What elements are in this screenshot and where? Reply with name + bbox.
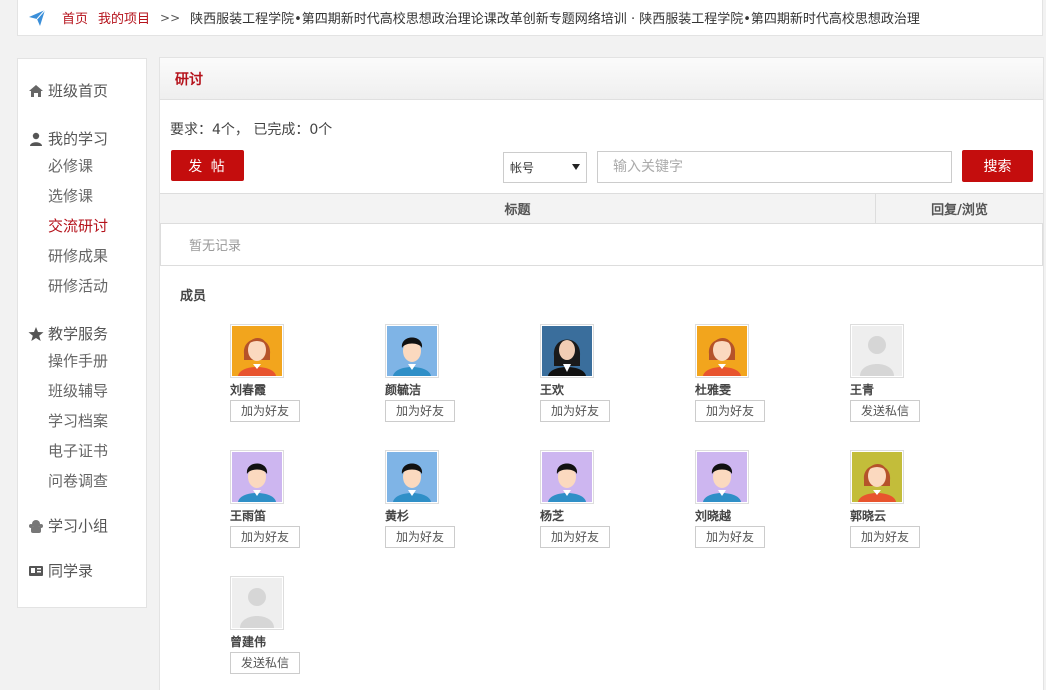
column-header-title: 标题 <box>160 194 876 223</box>
member-card: 颜毓洁 加为好友 <box>385 324 495 422</box>
member-card: 王欢 加为好友 <box>540 324 650 422</box>
panel-title: 研讨 <box>175 71 203 88</box>
sidebar-item-label: 班级首页 <box>48 82 109 100</box>
sidebar-item-survey[interactable]: 问卷调查 <box>48 470 108 491</box>
avatar[interactable] <box>540 450 594 504</box>
breadcrumb-projects-link[interactable]: 我的项目 <box>98 8 150 27</box>
sidebar-section-label: 我的学习 <box>48 130 109 148</box>
member-card: 黄杉 加为好友 <box>385 450 495 548</box>
member-name[interactable]: 黄杉 <box>385 507 495 523</box>
topic-table: 标题 回复/浏览 暂无记录 <box>160 193 1043 266</box>
member-name[interactable]: 曾建伟 <box>230 633 340 649</box>
sidebar-item-manual[interactable]: 操作手册 <box>48 350 108 371</box>
members-label: 成员 <box>180 289 207 304</box>
member-card: 王青 发送私信 <box>850 324 960 422</box>
member-action-button[interactable]: 加为好友 <box>850 526 921 548</box>
sidebar: 班级首页 我的学习 必修课 选修课 交流研讨 研修成果 研修活动 教学服务 操作… <box>17 58 147 608</box>
search-input[interactable] <box>597 151 952 183</box>
breadcrumb: 首页 我的项目 >> 陕西服装工程学院•第四期新时代高校思想政治理论课改革创新专… <box>17 0 1043 36</box>
sidebar-section-label: 教学服务 <box>48 325 109 343</box>
avatar[interactable] <box>230 576 284 630</box>
requirement-status: 要求：4个， 已完成：0个 <box>170 122 333 138</box>
member-card: 刘春霞 加为好友 <box>230 324 340 422</box>
member-action-button[interactable]: 加为好友 <box>230 400 301 422</box>
member-card: 王雨笛 加为好友 <box>230 450 340 548</box>
sidebar-section-teaching-service: 教学服务 <box>18 323 146 344</box>
member-action-button[interactable]: 加为好友 <box>540 400 611 422</box>
sidebar-item-archive[interactable]: 学习档案 <box>48 410 108 431</box>
member-action-button[interactable]: 加为好友 <box>540 526 611 548</box>
member-name[interactable]: 杨芝 <box>540 507 650 523</box>
avatar[interactable] <box>230 450 284 504</box>
breadcrumb-separator: >> <box>160 10 181 25</box>
member-action-button[interactable]: 加为好友 <box>695 400 766 422</box>
member-action-button[interactable]: 加为好友 <box>695 526 766 548</box>
avatar[interactable] <box>385 450 439 504</box>
member-name[interactable]: 王欢 <box>540 381 650 397</box>
empty-message: 暂无记录 <box>160 224 1043 266</box>
discussion-panel: 研讨 要求：4个， 已完成：0个 发 帖 帐号 搜索 标题 回复/浏览 暂无记录… <box>159 57 1044 690</box>
member-name[interactable]: 杜雅雯 <box>695 381 805 397</box>
sidebar-item-required[interactable]: 必修课 <box>48 155 93 176</box>
sidebar-item-study-group[interactable]: 学习小组 <box>18 515 146 536</box>
search-type-select[interactable]: 帐号 <box>503 152 587 183</box>
user-icon <box>28 131 44 147</box>
avatar[interactable] <box>695 324 749 378</box>
member-name[interactable]: 王雨笛 <box>230 507 340 523</box>
member-action-button[interactable]: 加为好友 <box>385 400 456 422</box>
sidebar-item-label: 同学录 <box>48 562 94 580</box>
member-action-button[interactable]: 发送私信 <box>230 652 301 674</box>
panel-header: 研讨 <box>160 58 1043 100</box>
sidebar-item-label: 学习小组 <box>48 517 109 535</box>
sidebar-item-classmates[interactable]: 同学录 <box>18 560 146 581</box>
member-name[interactable]: 刘春霞 <box>230 381 340 397</box>
member-card: 刘晓越 加为好友 <box>695 450 805 548</box>
breadcrumb-home-link[interactable]: 首页 <box>62 8 88 27</box>
sidebar-section-my-learning: 我的学习 <box>18 128 146 149</box>
avatar[interactable] <box>385 324 439 378</box>
avatar[interactable] <box>230 324 284 378</box>
member-action-button[interactable]: 加为好友 <box>385 526 456 548</box>
new-post-button[interactable]: 发 帖 <box>171 150 244 181</box>
member-name[interactable]: 郭晓云 <box>850 507 960 523</box>
search-button[interactable]: 搜索 <box>962 150 1033 182</box>
member-name[interactable]: 颜毓洁 <box>385 381 495 397</box>
member-card: 郭晓云 加为好友 <box>850 450 960 548</box>
sidebar-item-results[interactable]: 研修成果 <box>48 245 108 266</box>
breadcrumb-current: 陕西服装工程学院•第四期新时代高校思想政治理论课改革创新专题网络培训 · 陕西服… <box>190 12 920 27</box>
id-card-icon <box>28 563 44 579</box>
member-card: 杨芝 加为好友 <box>540 450 650 548</box>
search-type-value: 帐号 <box>510 161 535 175</box>
member-name[interactable]: 王青 <box>850 381 960 397</box>
member-action-button[interactable]: 发送私信 <box>850 400 921 422</box>
sidebar-item-discussion[interactable]: 交流研讨 <box>48 215 108 236</box>
avatar[interactable] <box>540 324 594 378</box>
group-icon <box>28 518 44 534</box>
member-action-button[interactable]: 加为好友 <box>230 526 301 548</box>
sidebar-item-certificate[interactable]: 电子证书 <box>48 440 108 461</box>
sidebar-item-elective[interactable]: 选修课 <box>48 185 93 206</box>
member-card: 曾建伟 发送私信 <box>230 576 340 674</box>
avatar[interactable] <box>850 324 904 378</box>
caret-down-icon <box>572 164 580 170</box>
table-header: 标题 回复/浏览 <box>160 194 1043 224</box>
member-name[interactable]: 刘晓越 <box>695 507 805 523</box>
sidebar-item-class-home[interactable]: 班级首页 <box>18 80 146 101</box>
avatar[interactable] <box>850 450 904 504</box>
sidebar-item-activities[interactable]: 研修活动 <box>48 275 108 296</box>
member-card: 杜雅雯 加为好友 <box>695 324 805 422</box>
sidebar-item-tutoring[interactable]: 班级辅导 <box>48 380 108 401</box>
star-icon <box>28 326 44 342</box>
column-header-reply: 回复/浏览 <box>931 203 988 218</box>
paper-plane-icon <box>28 9 46 27</box>
home-icon <box>28 83 44 99</box>
avatar[interactable] <box>695 450 749 504</box>
